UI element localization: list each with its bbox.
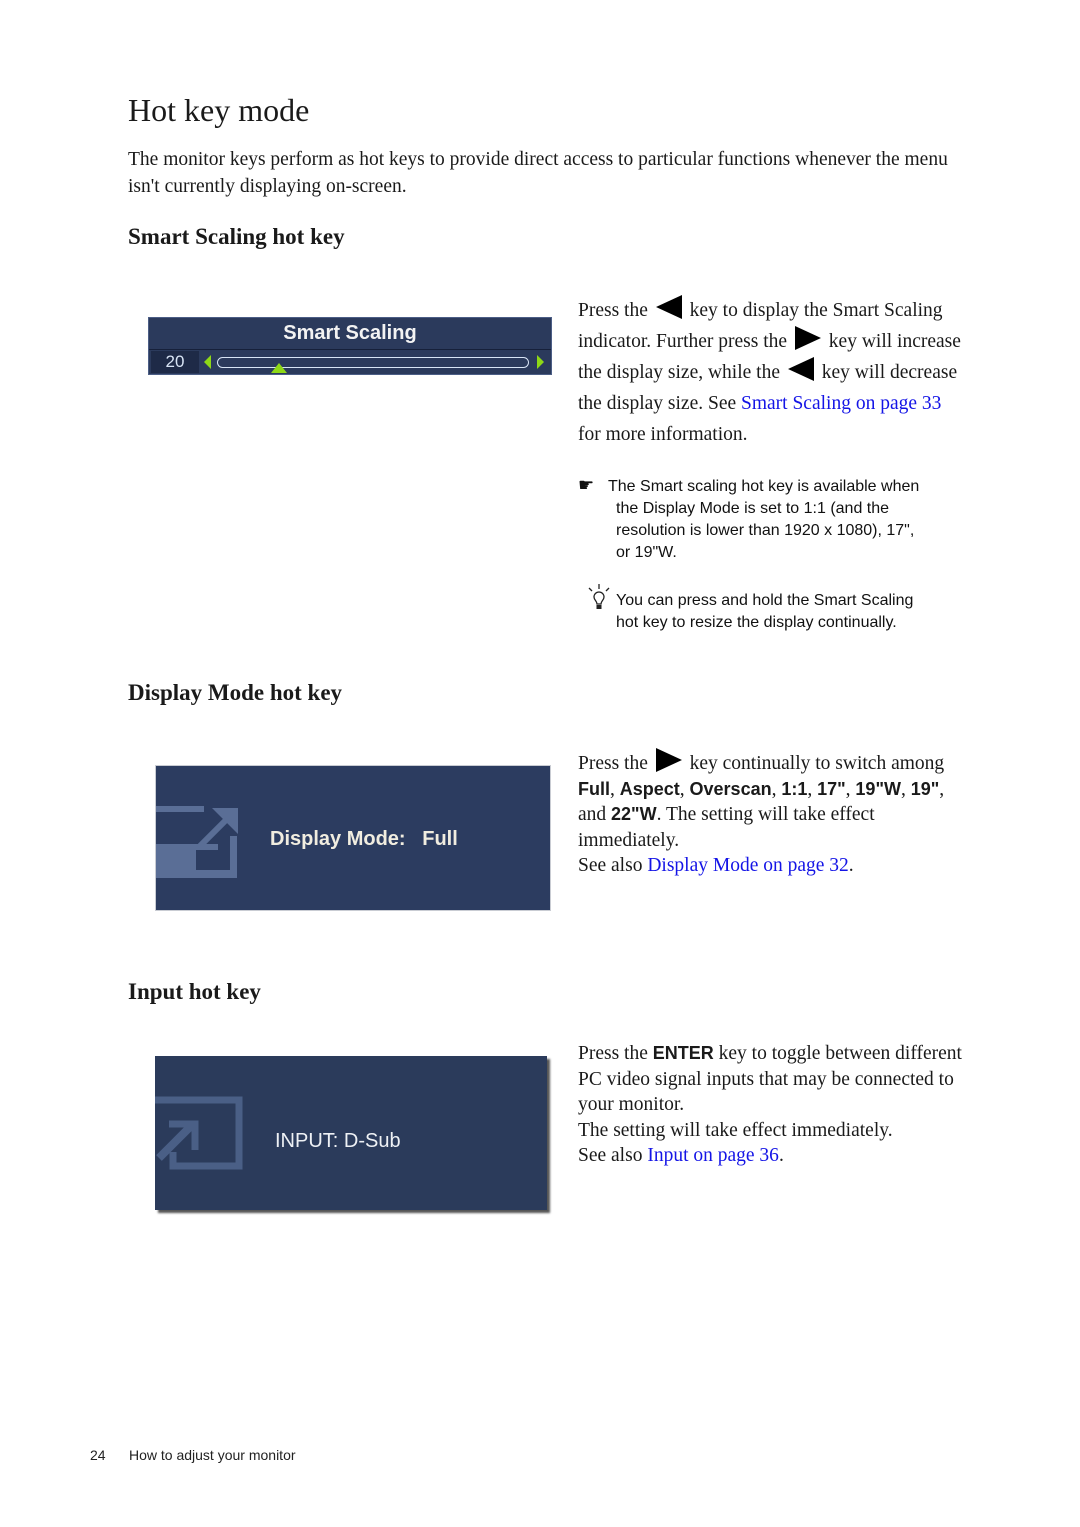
display-mode-description: Press the key continually to switch amon… [578,748,968,879]
input-heading: Input hot key [128,979,261,1004]
enter-key-label: ENTER [652,1043,714,1063]
page-footer: 24 How to adjust your monitor [90,1447,296,1463]
decrease-arrow-icon [204,355,211,369]
display-mode-icon [156,806,238,878]
page-number: 24 [90,1447,106,1463]
input-osd-text: INPUT: D-Sub [275,1130,401,1152]
input-osd: INPUT: D-Sub [155,1056,547,1210]
page-title: Hot key mode [128,92,310,128]
osd-slider-row: 20 [149,350,551,374]
intro-paragraph: The monitor keys perform as hot keys to … [128,149,948,197]
increase-arrow-icon [537,355,544,369]
left-key-icon [655,295,682,319]
input-description: Press the ENTER key to toggle between di… [578,1043,962,1166]
osd-value: 20 [151,351,199,373]
display-mode-osd-text: Display Mode: Full [270,828,458,850]
osd-title: Smart Scaling [149,318,551,350]
input-icon [155,1096,243,1170]
display-mode-heading: Display Mode hot key [128,680,343,705]
smart-scaling-tip: You can press and hold the Smart Scaling… [578,584,968,634]
smart-scaling-osd: Smart Scaling 20 [148,317,552,375]
display-mode-link[interactable]: Display Mode on page 32 [647,855,848,876]
smart-scaling-heading: Smart Scaling hot key [128,224,345,249]
left-key-icon [787,357,814,381]
slider-track [217,357,529,368]
footer-section: How to adjust your monitor [129,1447,296,1463]
right-key-icon [655,748,682,772]
display-mode-osd: Display Mode: Full [155,765,551,911]
smart-scaling-link[interactable]: Smart Scaling on page 33 [741,393,941,414]
right-key-icon [794,326,821,350]
pointing-hand-icon: ☛ [578,475,595,495]
slider-thumb [271,363,288,373]
input-link[interactable]: Input on page 36 [647,1145,779,1166]
smart-scaling-note: ☛ The Smart scaling hot key is available … [578,475,920,561]
lightbulb-icon [588,584,610,609]
smart-scaling-description: Press the key to display the Smart Scali… [578,295,968,450]
